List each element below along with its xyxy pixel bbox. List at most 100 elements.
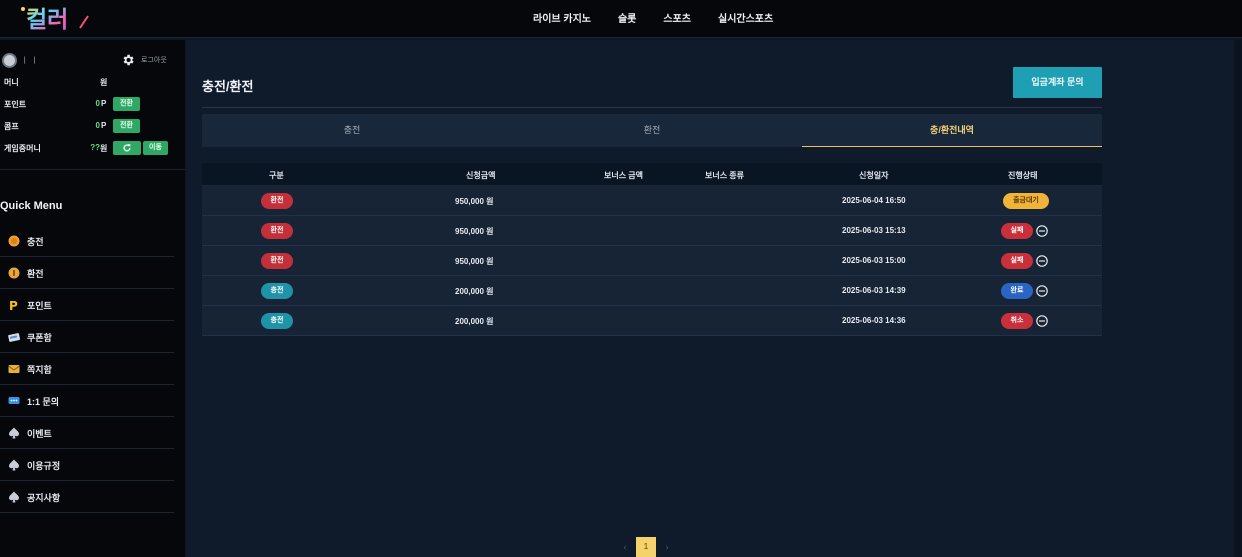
balance-label: 포인트	[4, 100, 27, 109]
scrollbar[interactable]	[1234, 40, 1242, 557]
sidebar: ㅣ ㅣ 로그아웃 머니 원 포인트 0 P 전환 콤프 0 P 전환 게임중머니…	[0, 40, 185, 557]
amount-cell: 200,000 원	[455, 287, 494, 296]
column-header: 진행상태	[1008, 171, 1038, 180]
table-row: 환전 950,000 원 2025-06-03 15:13 실패	[202, 216, 1102, 246]
chat-icon	[8, 397, 20, 404]
quick-menu-label: 이벤트	[27, 429, 52, 439]
table-row: 충전 200,000 원 2025-06-03 14:39 완료	[202, 276, 1102, 306]
deposit-account-inquiry-button[interactable]: 입금계좌 문의	[1013, 67, 1102, 98]
quick-menu-point[interactable]: P 포인트	[0, 289, 174, 321]
tab-withdraw[interactable]: 환전	[502, 114, 802, 147]
title-divider	[202, 107, 1102, 108]
quick-menu-coupon[interactable]: 쿠폰함	[0, 321, 174, 353]
balance-unit: P	[101, 121, 107, 130]
spade-icon	[9, 459, 19, 471]
column-header: 보너스 종류	[705, 171, 745, 180]
remove-icon[interactable]	[1036, 255, 1048, 267]
table-row: 충전 200,000 원 2025-06-03 14:36 취소	[202, 306, 1102, 336]
quick-menu-label: 충전	[27, 237, 44, 247]
quick-menu-notice[interactable]: 공지사항	[0, 481, 174, 513]
amount-cell: 950,000 원	[455, 197, 494, 206]
quick-menu-label: 이용규정	[27, 461, 61, 471]
svg-text:P: P	[9, 299, 18, 311]
date-cell: 2025-06-03 15:13	[842, 226, 906, 235]
message-icon	[8, 365, 20, 373]
tab-history[interactable]: 충/환전내역	[802, 114, 1102, 147]
amount-cell: 200,000 원	[455, 317, 494, 326]
main-content: 충전/환전 입금계좌 문의 충전 환전 충/환전내역 구분 신청금액 보너스 금…	[186, 40, 1242, 557]
history-table: 구분 신청금액 보너스 금액 보너스 종류 신청일자 진행상태 환전 950,0…	[202, 163, 1102, 336]
nav-sports[interactable]: 스포츠	[663, 10, 691, 25]
next-page-button[interactable]: ›	[660, 542, 674, 552]
gear-icon[interactable]	[121, 53, 135, 67]
comp-convert-button[interactable]: 전환	[113, 119, 140, 133]
username: ㅣ ㅣ	[21, 56, 38, 65]
balance-comp: 콤프 0 P 전환	[4, 119, 174, 133]
balance-money: 머니 원	[4, 75, 174, 89]
prev-page-button[interactable]: ‹	[618, 542, 632, 552]
balance-point: 포인트 0 P 전환	[4, 97, 174, 111]
quick-menu-withdraw[interactable]: 환전	[0, 257, 174, 289]
logout-link[interactable]: 로그아웃	[141, 55, 167, 65]
nav-live-sports[interactable]: 실시간스포츠	[718, 10, 773, 25]
amount-cell: 950,000 원	[455, 227, 494, 236]
type-badge: 환전	[261, 253, 293, 269]
quick-menu-list: 충전 환전 P 포인트 쿠폰함 쪽지함 1:1 문의 이벤트 이용규정 공지사항	[0, 225, 174, 513]
user-row: ㅣ ㅣ 로그아웃	[0, 53, 185, 69]
balance-unit: P	[101, 99, 107, 108]
remove-icon[interactable]	[1036, 225, 1048, 237]
coin-icon	[8, 235, 20, 247]
tab-deposit[interactable]: 충전	[202, 114, 502, 147]
table-row: 환전 950,000 원 2025-06-04 16:50 출금대기	[202, 186, 1102, 216]
point-icon: P	[9, 299, 18, 311]
date-cell: 2025-06-03 15:00	[842, 256, 906, 265]
date-cell: 2025-06-04 16:50	[842, 196, 906, 205]
quick-menu-label: 포인트	[27, 301, 52, 311]
nav-slot[interactable]: 슬롯	[618, 10, 636, 25]
quick-menu-label: 쪽지함	[27, 365, 52, 375]
refresh-button[interactable]	[113, 141, 141, 155]
quick-menu-message[interactable]: 쪽지함	[0, 353, 174, 385]
coupon-icon	[8, 333, 20, 342]
page-number-current[interactable]: 1	[636, 537, 656, 557]
top-bar: 컬러 라이브 카지노 슬롯 스포츠 실시간스포츠	[0, 0, 1242, 38]
main-nav: 라이브 카지노 슬롯 스포츠 실시간스포츠	[533, 0, 800, 34]
refresh-icon	[123, 144, 131, 152]
quick-menu-rules[interactable]: 이용규정	[0, 449, 174, 481]
column-header: 구분	[269, 171, 284, 180]
point-convert-button[interactable]: 전환	[113, 97, 140, 111]
quick-menu-deposit[interactable]: 충전	[0, 225, 174, 257]
remove-icon[interactable]	[1036, 315, 1048, 327]
column-header: 신청금액	[466, 171, 496, 180]
column-header: 보너스 금액	[604, 171, 644, 180]
pagination: ‹ 1 ›	[618, 537, 674, 557]
balance-unit: 원	[100, 78, 108, 87]
date-cell: 2025-06-03 14:36	[842, 316, 906, 325]
table-row: 환전 950,000 원 2025-06-03 15:00 실패	[202, 246, 1102, 276]
balance-ingame: 게임중머니 ?? 원 이동	[4, 141, 174, 155]
spade-icon	[9, 427, 19, 439]
site-logo[interactable]: 컬러	[18, 2, 98, 34]
quick-menu-label: 쿠폰함	[27, 333, 52, 343]
tab-bar: 충전 환전 충/환전내역	[202, 114, 1102, 147]
coin-icon	[8, 267, 20, 279]
divider	[0, 169, 185, 170]
type-badge: 환전	[261, 193, 293, 209]
status-badge: 완료	[1001, 283, 1033, 299]
date-cell: 2025-06-03 14:39	[842, 286, 906, 295]
quick-menu-label: 1:1 문의	[27, 397, 60, 407]
remove-icon[interactable]	[1036, 285, 1048, 297]
type-badge: 충전	[261, 283, 293, 299]
quick-menu-title: Quick Menu	[0, 200, 63, 212]
quick-menu-label: 환전	[27, 269, 44, 279]
move-button[interactable]: 이동	[143, 141, 168, 155]
quick-menu-event[interactable]: 이벤트	[0, 417, 174, 449]
balance-value: 0	[95, 99, 100, 108]
status-badge: 출금대기	[1003, 193, 1049, 209]
balance-unit: 원	[100, 144, 108, 153]
status-badge: 실패	[1001, 253, 1033, 269]
quick-menu-inquiry[interactable]: 1:1 문의	[0, 385, 174, 417]
balance-label: 머니	[4, 78, 19, 87]
type-badge: 환전	[261, 223, 293, 239]
nav-live-casino[interactable]: 라이브 카지노	[533, 10, 591, 25]
